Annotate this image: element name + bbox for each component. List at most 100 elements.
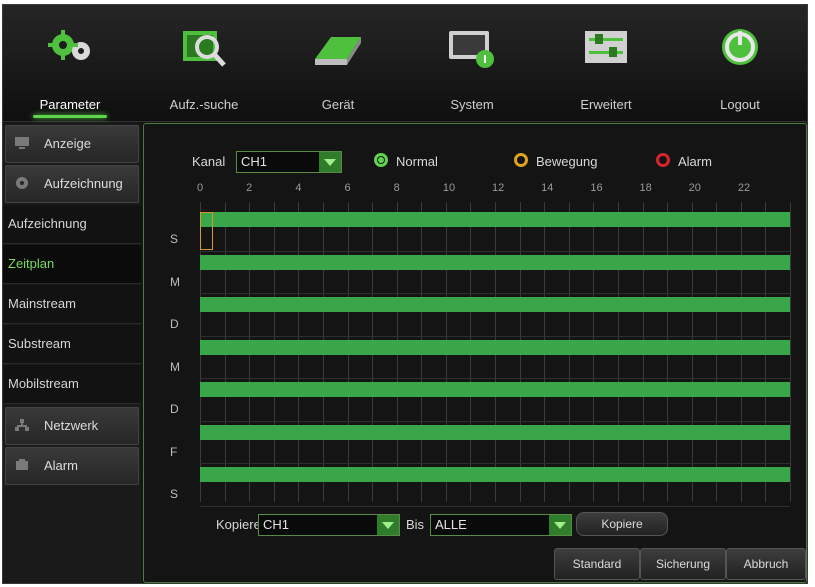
schedule-bar[interactable]: [200, 254, 790, 270]
nav-label-aufz-suche: Aufz.-suche: [169, 97, 239, 112]
day-label: D: [170, 402, 179, 416]
sidebar-sub-label: Substream: [8, 336, 71, 351]
row-divider: [200, 378, 790, 379]
copy-from-select[interactable]: CH1: [258, 514, 400, 536]
radio-selected-dot: [378, 157, 384, 163]
sidebar-label-anzeige: Anzeige: [44, 136, 91, 151]
kopiere-label: Kopiere: [216, 517, 261, 532]
power-icon: [722, 29, 758, 65]
row-divider: [200, 335, 790, 337]
hour-label: 2: [246, 182, 253, 194]
sidebar-sub-mainstream[interactable]: Mainstream: [3, 285, 141, 324]
standard-button[interactable]: Standard: [554, 548, 640, 580]
kanal-select[interactable]: CH1: [236, 151, 342, 173]
day-label: S: [170, 487, 179, 501]
hdd-icon: [315, 37, 361, 65]
gears-icon: [48, 30, 90, 60]
hour-label: 0: [197, 182, 204, 194]
sidebar-item-alarm[interactable]: Alarm: [5, 447, 139, 485]
row-divider: [200, 463, 790, 464]
sidebar-sub-substream[interactable]: Substream: [3, 325, 141, 364]
kanal-label: Kanal: [192, 154, 226, 169]
kanal-select-value: CH1: [241, 154, 268, 169]
chevron-down-icon: [549, 515, 571, 535]
schedule-bar[interactable]: [200, 424, 790, 440]
sidebar-sub-zeitplan[interactable]: Zeitplan: [3, 245, 141, 284]
nav-label-parameter: Parameter: [39, 97, 101, 112]
sidebar-item-anzeige[interactable]: Anzeige: [5, 125, 139, 163]
day-label: M: [170, 359, 180, 374]
hour-label: 12: [492, 182, 505, 194]
sidebar-sub-label: Aufzeichnung: [8, 216, 87, 231]
nav-logout[interactable]: Logout: [673, 5, 807, 121]
kopiere-button[interactable]: Kopiere: [576, 512, 668, 536]
chevron-down-icon: [377, 515, 399, 535]
nav-geraet[interactable]: Gerät: [271, 5, 405, 121]
row-divider: [200, 293, 790, 294]
schedule-bar[interactable]: [200, 212, 790, 227]
nav-label-geraet: Gerät: [321, 97, 355, 112]
sidebar-sub-aufzeichnung[interactable]: Aufzeichnung: [3, 205, 141, 244]
schedule-bar[interactable]: [200, 382, 790, 397]
abbruch-button[interactable]: Abbruch: [726, 548, 806, 580]
selection-cursor: [200, 212, 213, 250]
sidebar: Anzeige Aufzeichnung Aufzeichnung Zeitpl…: [3, 123, 141, 583]
sidebar-item-netzwerk[interactable]: Netzwerk: [5, 407, 139, 445]
schedule-bar[interactable]: [200, 467, 790, 482]
radio-normal[interactable]: [374, 153, 388, 167]
system-info-icon: [449, 31, 494, 68]
search-film-icon: [183, 31, 226, 67]
network-icon: [15, 419, 29, 431]
nav-system[interactable]: System: [405, 5, 539, 121]
hour-label: 18: [639, 182, 652, 194]
row-divider: [200, 420, 790, 422]
legend-alarm-label: Alarm: [678, 154, 712, 169]
hour-label: 14: [541, 182, 554, 194]
alarm-icon: [16, 459, 28, 470]
nav-label-erweitert: Erweitert: [580, 97, 632, 112]
dvr-settings-window: Parameter Aufz.-suche Gerät System Erwei…: [2, 4, 808, 584]
sidebar-label-aufzeichnung-group: Aufzeichnung: [44, 176, 123, 191]
radio-alarm[interactable]: [656, 153, 670, 167]
schedule-bar[interactable]: [200, 297, 790, 312]
legend-normal-label: Normal: [396, 154, 438, 169]
sidebar-sub-label: Mobilstream: [8, 376, 79, 391]
day-label: D: [170, 317, 179, 331]
active-nav-underline: [33, 115, 107, 118]
nav-parameter[interactable]: Parameter: [3, 5, 137, 121]
hour-label: 4: [295, 182, 302, 194]
copy-to-select[interactable]: ALLE: [430, 514, 572, 536]
sidebar-label-alarm: Alarm: [44, 458, 78, 473]
sliders-icon: [585, 31, 627, 63]
hour-label: 20: [688, 182, 701, 194]
hour-label: 6: [344, 182, 351, 194]
hour-label: 22: [737, 182, 751, 194]
nav-label-system: System: [450, 97, 494, 112]
sidebar-sub-mobilstream[interactable]: Mobilstream: [3, 365, 141, 404]
sidebar-sub-label: Mainstream: [8, 296, 76, 311]
day-label: M: [170, 274, 180, 289]
schedule-bar[interactable]: [200, 339, 790, 355]
row-divider: [200, 250, 790, 252]
row-divider: [200, 505, 790, 507]
record-gear-icon: [16, 177, 28, 189]
copy-to-value: ALLE: [435, 517, 467, 532]
day-label: S: [170, 232, 179, 246]
hour-label: 16: [590, 182, 603, 194]
copy-from-value: CH1: [263, 517, 290, 532]
legend-bewegung-label: Bewegung: [536, 154, 598, 169]
hour-label: 8: [393, 182, 400, 194]
monitor-icon: [15, 137, 29, 149]
sicherung-button[interactable]: Sicherung: [640, 548, 726, 580]
sidebar-sub-label: Zeitplan: [8, 256, 55, 271]
nav-erweitert[interactable]: Erweitert: [539, 5, 673, 121]
hour-gridline: [790, 202, 791, 502]
hour-label: 10: [442, 182, 456, 194]
day-label: F: [170, 444, 178, 459]
top-navigation: Parameter Aufz.-suche Gerät System Erwei…: [3, 5, 807, 122]
radio-bewegung[interactable]: [514, 153, 528, 167]
bis-label: Bis: [406, 517, 425, 532]
schedule-panel: Kanal CH1 Normal Bewegung Alarm 0 2 4 6 8 10 1…: [143, 123, 807, 583]
nav-aufz-suche[interactable]: Aufz.-suche: [137, 5, 271, 121]
sidebar-item-aufzeichnung-group[interactable]: Aufzeichnung: [5, 165, 139, 203]
